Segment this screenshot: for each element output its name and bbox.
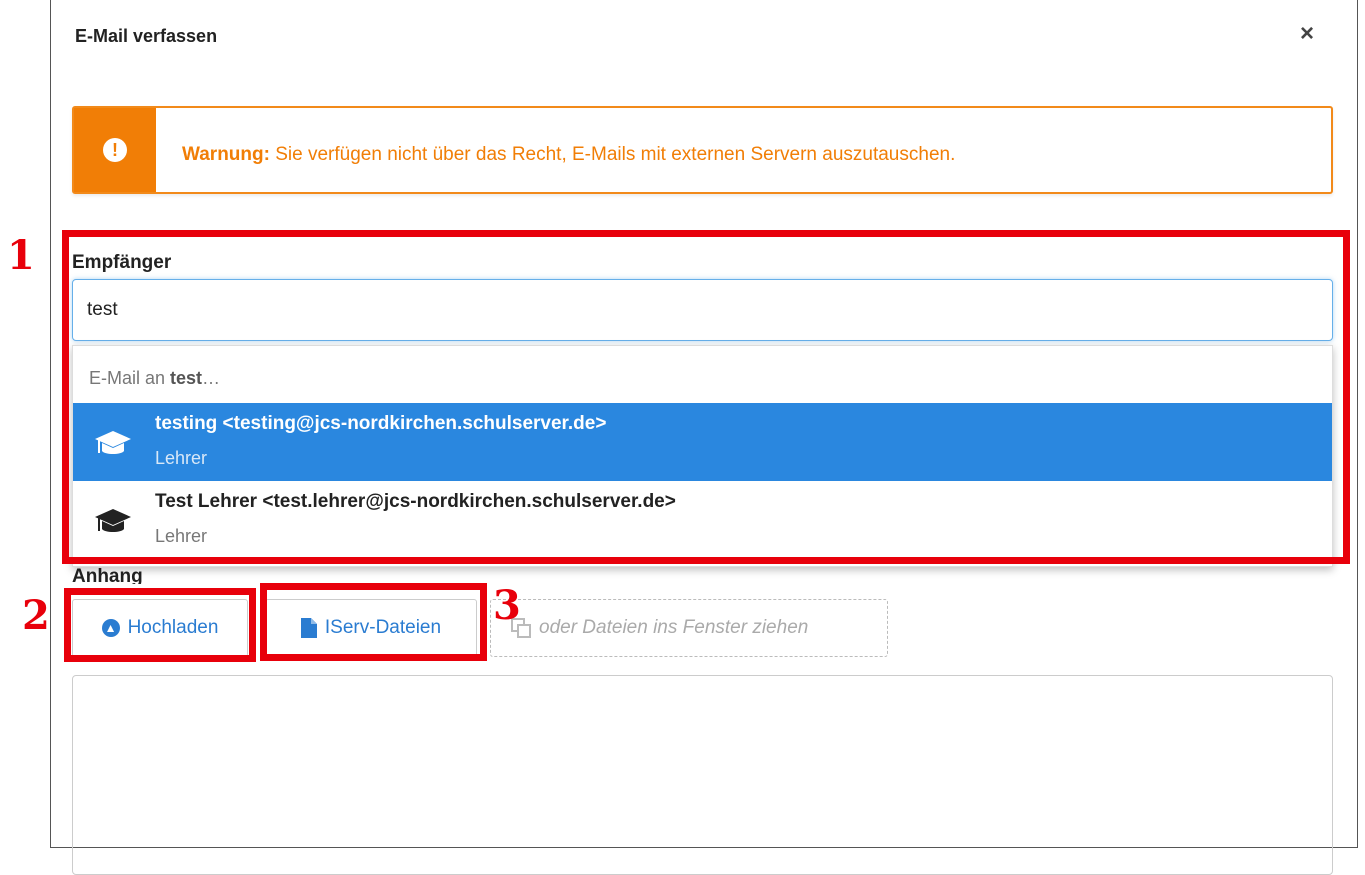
alert-text: Warnung: Sie verfügen nicht über das Rec… xyxy=(182,144,955,166)
marker-3: 3 xyxy=(493,582,521,629)
dropdown-query: test xyxy=(170,368,203,388)
alert-bold: Warnung: xyxy=(182,144,270,165)
marker-1: 1 xyxy=(7,232,35,279)
recipient-suggestions: E-Mail an test… testing <testing@jcs-nor… xyxy=(72,345,1333,567)
alert-icon-panel: ! xyxy=(74,108,156,192)
message-body-textarea[interactable] xyxy=(72,675,1333,875)
marker-2: 2 xyxy=(22,592,50,639)
graduation-cap-icon xyxy=(95,431,131,454)
recipients-input[interactable]: test xyxy=(72,279,1333,341)
file-icon xyxy=(300,618,317,638)
iserv-files-label: IServ-Dateien xyxy=(324,617,442,638)
alert-message: Sie verfügen nicht über das Recht, E-Mai… xyxy=(269,144,956,165)
suggestion-item[interactable]: Test Lehrer <test.lehrer@jcs-nordkirchen… xyxy=(73,481,1332,559)
recipients-label: Empfänger xyxy=(72,252,172,273)
dropzone-label: oder Dateien ins Fenster ziehen xyxy=(539,617,809,638)
suggestion-role: Lehrer xyxy=(155,448,208,468)
iserv-files-button[interactable]: IServ-Dateien xyxy=(265,599,477,657)
attachment-label: Anhang xyxy=(72,566,143,584)
dropdown-suffix: … xyxy=(202,368,221,388)
arrow-circle-up-icon: ▲ xyxy=(101,619,120,637)
dropdown-header[interactable]: E-Mail an test… xyxy=(89,368,220,389)
graduation-cap-icon xyxy=(95,509,131,532)
upload-label: Hochladen xyxy=(127,617,219,638)
suggestion-name: Test Lehrer <test.lehrer@jcs-nordkirchen… xyxy=(155,491,676,512)
dialog-title: E-Mail verfassen xyxy=(75,26,218,46)
suggestion-item[interactable]: testing <testing@jcs-nordkirchen.schulse… xyxy=(73,403,1332,481)
upload-button[interactable]: ▲ Hochladen xyxy=(72,599,248,657)
file-dropzone[interactable]: oder Dateien ins Fenster ziehen xyxy=(490,599,888,657)
suggestion-role: Lehrer xyxy=(155,526,208,546)
suggestion-name: testing <testing@jcs-nordkirchen.schulse… xyxy=(155,413,607,434)
dropdown-prefix: E-Mail an xyxy=(89,368,171,388)
close-icon[interactable]: × xyxy=(1300,22,1314,46)
exclamation-icon: ! xyxy=(103,138,127,162)
warning-alert: ! Warnung: Sie verfügen nicht über das R… xyxy=(72,106,1333,194)
